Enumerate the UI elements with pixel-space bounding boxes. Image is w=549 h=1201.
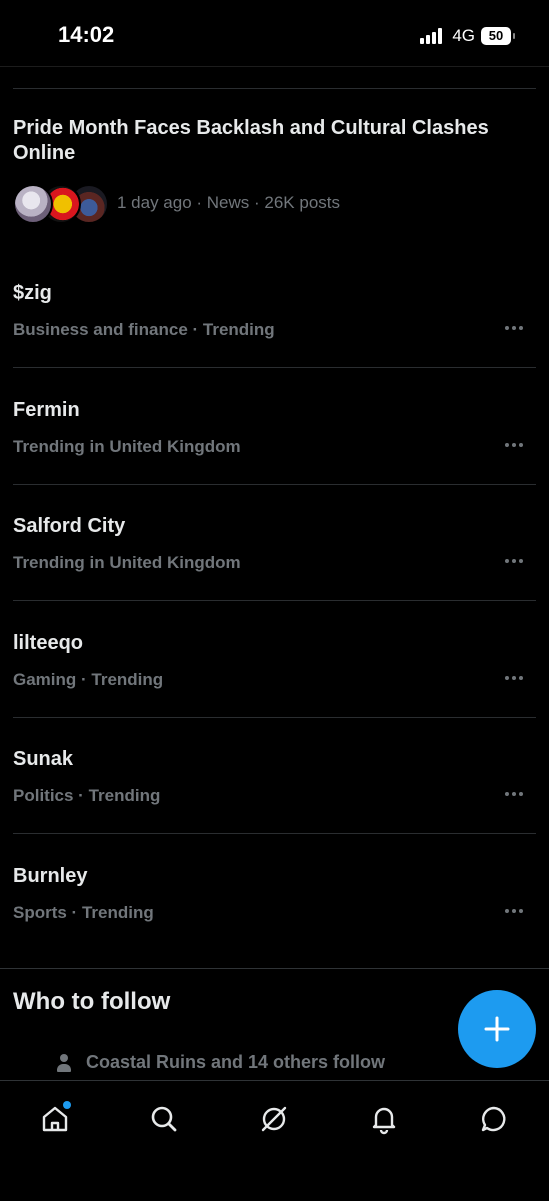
notification-dot [63,1101,71,1109]
more-icon[interactable] [505,909,523,913]
nav-messages[interactable] [474,1099,514,1139]
news-meta: 1 day ago · News · 26K posts [13,184,513,224]
trend-subtitle: Business and finance · Trending [13,320,275,339]
search-icon [151,1106,177,1132]
trend-item[interactable]: Sunak Politics · Trending [13,748,536,864]
news-title: Pride Month Faces Backlash and Cultural … [13,117,489,164]
trend-item[interactable]: $zig Business and finance · Trending [13,282,536,398]
trend-title: Fermin [13,399,80,421]
more-icon[interactable] [505,676,523,680]
trend-subtitle: Sports · Trending [13,903,154,922]
avatar-stack [13,184,109,224]
divider [13,717,536,718]
divider [13,367,536,368]
section-title: Who to follow [13,988,171,1015]
status-indicators: 4G 50 [420,26,515,46]
trend-subtitle: Gaming · Trending [13,670,164,689]
trend-item[interactable]: Fermin Trending in United Kingdom [13,399,536,515]
nav-notifications[interactable] [364,1099,404,1139]
trend-subtitle: Trending in United Kingdom [13,553,241,572]
trend-subtitle: Politics · Trending [13,786,161,805]
trend-title: $zig [13,282,52,304]
news-item[interactable]: Pride Month Faces Backlash and Cultural … [13,116,513,224]
person-icon [56,1053,72,1072]
divider [13,88,536,89]
compose-button[interactable] [458,990,536,1068]
signal-icon [420,28,443,44]
more-icon[interactable] [505,792,523,796]
avatar [13,184,53,224]
nav-grok[interactable] [254,1099,294,1139]
trend-item[interactable]: Burnley Sports · Trending [13,865,536,981]
more-icon[interactable] [505,443,523,447]
section-divider [0,968,549,969]
trend-item[interactable]: Salford City Trending in United Kingdom [13,515,536,631]
trend-title: Salford City [13,515,126,537]
grok-icon [261,1106,287,1132]
header-divider [0,66,549,67]
divider [13,484,536,485]
notifications-icon [372,1107,396,1135]
social-context-text: Coastal Ruins and 14 others follow [86,1052,386,1072]
trend-item[interactable]: lilteeqo Gaming · Trending [13,632,536,748]
trend-subtitle: Trending in United Kingdom [13,437,241,456]
social-context: Coastal Ruins and 14 others follow [56,1052,385,1073]
plus-icon [484,1016,510,1042]
more-icon[interactable] [505,559,523,563]
messages-icon [481,1106,506,1132]
news-meta-text: 1 day ago · News · 26K posts [117,193,341,212]
trend-title: Burnley [13,865,88,887]
status-bar: 14:02 4G 50 [0,0,549,66]
network-type: 4G [452,26,475,45]
nav-home[interactable] [35,1099,75,1139]
nav-search[interactable] [144,1099,184,1139]
trend-title: lilteeqo [13,632,84,654]
divider [13,600,536,601]
status-time: 14:02 [58,22,115,47]
divider [13,833,536,834]
battery-icon: 50 [481,27,515,45]
more-icon[interactable] [505,326,523,330]
trend-title: Sunak [13,748,74,770]
bottom-nav [0,1080,549,1201]
